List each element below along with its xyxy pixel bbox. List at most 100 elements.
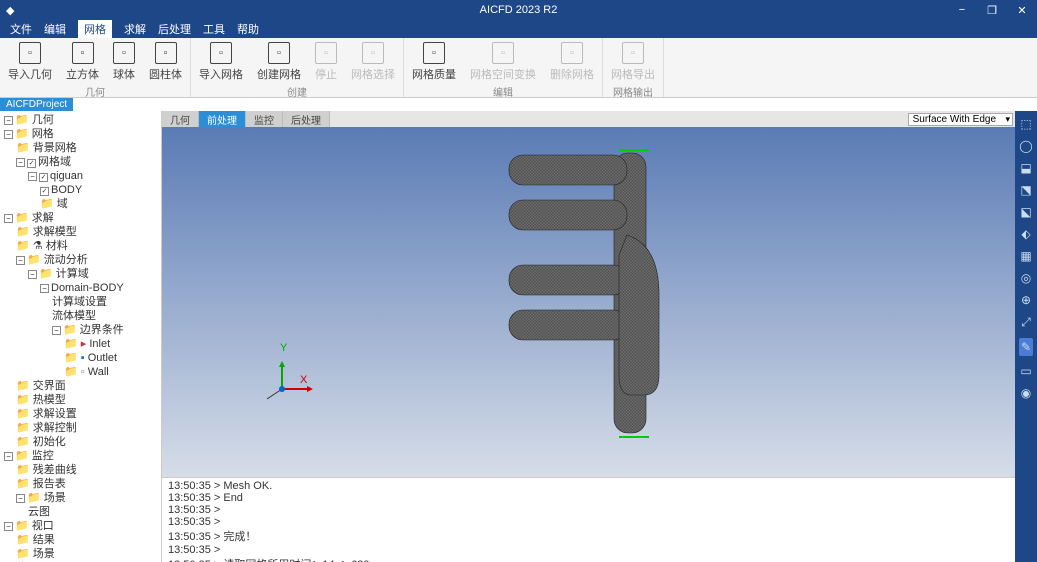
tree-BODY[interactable]: ✓BODY [40, 183, 159, 197]
tree-场景[interactable]: 📁 场景 [16, 547, 159, 561]
menu-网格[interactable]: 网格 [78, 19, 112, 39]
viewtool-1[interactable]: ◯ [1019, 139, 1032, 153]
subtab-监控[interactable]: 监控 [246, 111, 283, 128]
viewtool-2[interactable]: ⬓ [1020, 161, 1031, 175]
model-tree[interactable]: −📁 几何−📁 网格📁 背景网格−✓网格域−✓qiguan✓BODY📁 域−📁 … [0, 111, 162, 562]
viewtool-7[interactable]: ◎ [1021, 271, 1031, 285]
tree-qiguan[interactable]: −✓qiguan [28, 169, 159, 183]
tree-网格域[interactable]: −✓网格域 [16, 155, 159, 169]
tree-Inlet[interactable]: 📁 ▸ Inlet [64, 337, 159, 351]
viewtool-0[interactable]: ⬚ [1020, 117, 1031, 131]
tree-结果[interactable]: 📁 结果 [16, 533, 159, 547]
subtab-几何[interactable]: 几何 [162, 111, 199, 128]
viewtool-12[interactable]: ◉ [1021, 386, 1031, 400]
tree-流动分析[interactable]: −📁 流动分析 [16, 253, 159, 267]
folder-icon: 📁 [15, 114, 29, 126]
folder-icon: 📁 [63, 324, 77, 336]
tree-热模型[interactable]: 📁 热模型 [16, 393, 159, 407]
inlet-icon: ▸ [81, 338, 87, 350]
ribbon-网格导出: ▫网格导出 [607, 40, 659, 84]
tree-求解控制[interactable]: 📁 求解控制 [16, 421, 159, 435]
tree-求解模型[interactable]: 📁 求解模型 [16, 225, 159, 239]
toggle-icon[interactable]: − [28, 270, 37, 279]
menu-文件[interactable]: 文件 [10, 21, 32, 37]
checkbox-icon[interactable]: ✓ [27, 159, 36, 168]
tree-Wall[interactable]: 📁 ▫ Wall [64, 365, 159, 379]
folder-icon: 📁 [16, 408, 30, 420]
tree-监控[interactable]: −📁 监控 [4, 449, 159, 463]
viewtool-4[interactable]: ⬕ [1020, 205, 1031, 219]
ribbon-网格选择: ▫网格选择 [347, 40, 399, 84]
checkbox-icon[interactable]: ✓ [40, 187, 49, 196]
tree-材料[interactable]: 📁 ⚗ 材料 [16, 239, 159, 253]
checkbox-icon[interactable]: ✓ [39, 173, 48, 182]
display-mode-combo[interactable]: Surface With Edge [908, 113, 1013, 126]
tree-几何[interactable]: −📁 几何 [4, 113, 159, 127]
tree-场景[interactable]: −📁 场景 [16, 491, 159, 505]
viewtool-8[interactable]: ⊕ [1021, 293, 1031, 307]
project-tab[interactable]: AICFDProject [0, 98, 73, 111]
tree-初始化[interactable]: 📁 初始化 [16, 435, 159, 449]
folder-icon: 📁 [15, 450, 29, 462]
menu-后处理[interactable]: 后处理 [158, 21, 191, 37]
toggle-icon[interactable]: − [4, 116, 13, 125]
tree-计算域设置[interactable]: 计算域设置 [52, 295, 159, 309]
folder-icon: 📁 [16, 478, 30, 490]
app-title: AICFD 2023 R2 [480, 4, 558, 16]
maximize-button[interactable]: ❐ [977, 4, 1007, 17]
tree-求解设置[interactable]: 📁 求解设置 [16, 407, 159, 421]
toggle-icon[interactable]: − [4, 130, 13, 139]
folder-icon: 📁 [16, 548, 30, 560]
tree-背景网格[interactable]: 📁 背景网格 [16, 141, 159, 155]
menu-求解[interactable]: 求解 [124, 21, 146, 37]
tree-计算域[interactable]: −📁 计算域 [28, 267, 159, 281]
tree-网格[interactable]: −📁 网格 [4, 127, 159, 141]
toggle-icon[interactable]: − [52, 326, 61, 335]
tree-求解[interactable]: −📁 求解 [4, 211, 159, 225]
ribbon-网格质量[interactable]: ▫网格质量 [408, 40, 460, 84]
tree-Outlet[interactable]: 📁 ▪ Outlet [64, 351, 159, 365]
ribbon-圆柱体[interactable]: ▫圆柱体 [145, 40, 186, 84]
toggle-icon[interactable]: − [4, 452, 13, 461]
viewtool-11[interactable]: ▭ [1020, 364, 1031, 378]
folder-icon: 📁 [15, 520, 29, 532]
viewtool-5[interactable]: ⬖ [1021, 227, 1030, 241]
ribbon-球体[interactable]: ▫球体 [109, 40, 139, 84]
tree-流体模型[interactable]: 流体模型 [52, 309, 159, 323]
message-console[interactable]: 13:50:35 > Mesh OK.13:50:35 > End13:50:3… [162, 477, 1015, 562]
ribbon-导入几何[interactable]: ▫导入几何 [4, 40, 56, 84]
toggle-icon[interactable]: − [16, 494, 25, 503]
ribbon-创建网格[interactable]: ▫创建网格 [253, 40, 305, 84]
toggle-icon[interactable]: − [4, 214, 13, 223]
tree-Domain-BODY[interactable]: −Domain-BODY [40, 281, 159, 295]
tree-交界面[interactable]: 📁 交界面 [16, 379, 159, 393]
folder-icon: 📁 [16, 464, 30, 476]
minimize-button[interactable]: − [947, 4, 977, 17]
subtab-前处理[interactable]: 前处理 [199, 111, 246, 128]
tree-云图[interactable]: 云图 [28, 505, 159, 519]
viewtool-10[interactable]: ✎ [1019, 338, 1033, 356]
tree-残差曲线[interactable]: 📁 残差曲线 [16, 463, 159, 477]
3d-viewport[interactable]: YX [162, 127, 1015, 477]
ribbon-删除网格: ▫删除网格 [546, 40, 598, 84]
toggle-icon[interactable]: − [40, 284, 49, 293]
tree-视口[interactable]: −📁 视口 [4, 519, 159, 533]
ribbon-导入网格[interactable]: ▫导入网格 [195, 40, 247, 84]
subtab-后处理[interactable]: 后处理 [283, 111, 330, 128]
viewtool-6[interactable]: ▦ [1020, 249, 1031, 263]
menu-帮助[interactable]: 帮助 [237, 21, 259, 37]
tree-域[interactable]: 📁 域 [40, 197, 159, 211]
tree-报告表[interactable]: 📁 报告表 [16, 477, 159, 491]
toggle-icon[interactable]: − [28, 172, 37, 181]
menu-编辑[interactable]: 编辑 [44, 21, 66, 37]
folder-icon: 📁 [16, 142, 30, 154]
menu-工具[interactable]: 工具 [203, 21, 225, 37]
viewtool-9[interactable]: ⤢ [1021, 315, 1031, 330]
toggle-icon[interactable]: − [4, 522, 13, 531]
toggle-icon[interactable]: − [16, 158, 25, 167]
ribbon-立方体[interactable]: ▫立方体 [62, 40, 103, 84]
viewtool-3[interactable]: ⬔ [1020, 183, 1031, 197]
toggle-icon[interactable]: − [16, 256, 25, 265]
close-button[interactable]: ✕ [1007, 4, 1037, 17]
tree-边界条件[interactable]: −📁 边界条件 [52, 323, 159, 337]
